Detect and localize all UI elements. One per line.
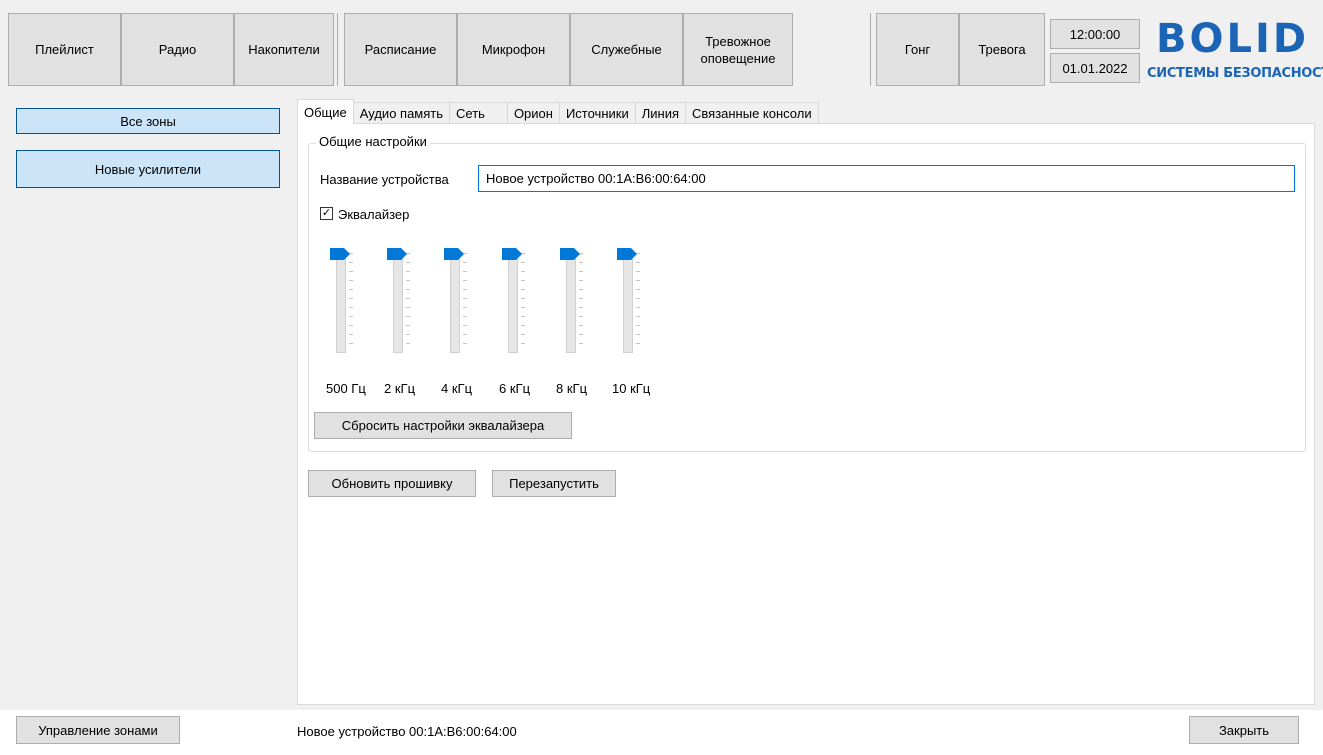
slider-ticks [406, 253, 410, 351]
slider-ticks [636, 253, 640, 351]
alarm-notification-label: Тревожное оповещение [700, 33, 776, 66]
reset-equalizer-button[interactable]: Сбросить настройки эквалайзера [314, 412, 572, 439]
eq-slider-4khz[interactable] [444, 245, 468, 355]
alarm-button[interactable]: Тревога [959, 13, 1045, 86]
tab-line[interactable]: Линия [634, 102, 686, 124]
settings-tabs: Общие Аудио память Сеть Орион Источники … [297, 99, 819, 124]
slider-thumb[interactable] [330, 248, 350, 260]
eq-slider-2khz[interactable] [387, 245, 411, 355]
restart-button[interactable]: Перезапустить [492, 470, 616, 497]
eq-slider-10khz[interactable] [617, 245, 641, 355]
equalizer-label: Эквалайзер [338, 207, 410, 222]
top-toolbar: Плейлист Радио Накопители Расписание Мик… [0, 0, 1323, 92]
date-display: 01.01.2022 [1050, 53, 1140, 83]
slider-thumb[interactable] [617, 248, 637, 260]
eq-band-label: 6 кГц [499, 381, 531, 396]
slider-thumb[interactable] [502, 248, 522, 260]
slider-thumb[interactable] [444, 248, 464, 260]
slider-track [393, 251, 403, 353]
toolbar-separator [870, 13, 871, 86]
eq-slider-6khz[interactable] [502, 245, 526, 355]
status-device-name: Новое устройство 00:1A:B6:00:64:00 [297, 724, 517, 739]
eq-band-label: 2 кГц [384, 381, 416, 396]
general-settings-title: Общие настройки [316, 134, 430, 149]
tab-orion[interactable]: Орион [506, 102, 560, 124]
slider-track [336, 251, 346, 353]
alarm-notification-button[interactable]: Тревожное оповещение [683, 13, 793, 86]
slider-track [566, 251, 576, 353]
zone-new-amplifiers[interactable]: Новые усилители [16, 150, 280, 188]
slider-ticks [349, 253, 353, 351]
update-firmware-button[interactable]: Обновить прошивку [308, 470, 476, 497]
tab-network[interactable]: Сеть [449, 102, 508, 124]
check-icon: ✓ [321, 207, 332, 219]
toolbar-separator [337, 13, 338, 86]
microphone-button[interactable]: Микрофон [457, 13, 570, 86]
manage-zones-button[interactable]: Управление зонами [16, 716, 180, 744]
storage-button[interactable]: Накопители [234, 13, 334, 86]
slider-track [623, 251, 633, 353]
playlist-button[interactable]: Плейлист [8, 13, 121, 86]
tab-sources[interactable]: Источники [558, 102, 636, 124]
bolid-logo: BOLID СИСТЕМЫ БЕЗОПАСНОСТИ [1142, 14, 1323, 90]
device-name-label: Название устройства [320, 172, 449, 187]
time-display: 12:00:00 [1050, 19, 1140, 49]
logo-subtitle: СИСТЕМЫ БЕЗОПАСНОСТИ [1147, 66, 1323, 81]
service-button[interactable]: Служебные [570, 13, 683, 86]
slider-ticks [579, 253, 583, 351]
tab-audio-memory[interactable]: Аудио память [352, 102, 451, 124]
slider-track [450, 251, 460, 353]
tab-linked-consoles[interactable]: Связанные консоли [685, 102, 819, 124]
zone-all[interactable]: Все зоны [16, 108, 280, 134]
eq-band-label: 10 кГц [612, 381, 651, 396]
update-firmware-label: Обновить прошивку [331, 476, 453, 491]
close-button[interactable]: Закрыть [1189, 716, 1299, 744]
slider-thumb[interactable] [387, 248, 407, 260]
eq-slider-500hz[interactable] [330, 245, 354, 355]
slider-ticks [463, 253, 467, 351]
slider-track [508, 251, 518, 353]
schedule-button[interactable]: Расписание [344, 13, 457, 86]
equalizer-checkbox[interactable]: ✓ [320, 207, 333, 220]
device-name-input[interactable] [478, 165, 1295, 192]
logo-wordmark: BOLID [1156, 16, 1310, 62]
eq-slider-8khz[interactable] [560, 245, 584, 355]
slider-ticks [521, 253, 525, 351]
eq-band-label: 4 кГц [441, 381, 473, 396]
tab-general[interactable]: Общие [297, 99, 354, 124]
eq-band-label: 500 Гц [326, 381, 366, 396]
radio-button[interactable]: Радио [121, 13, 234, 86]
eq-band-label: 8 кГц [556, 381, 588, 396]
slider-thumb[interactable] [560, 248, 580, 260]
gong-button[interactable]: Гонг [876, 13, 959, 86]
